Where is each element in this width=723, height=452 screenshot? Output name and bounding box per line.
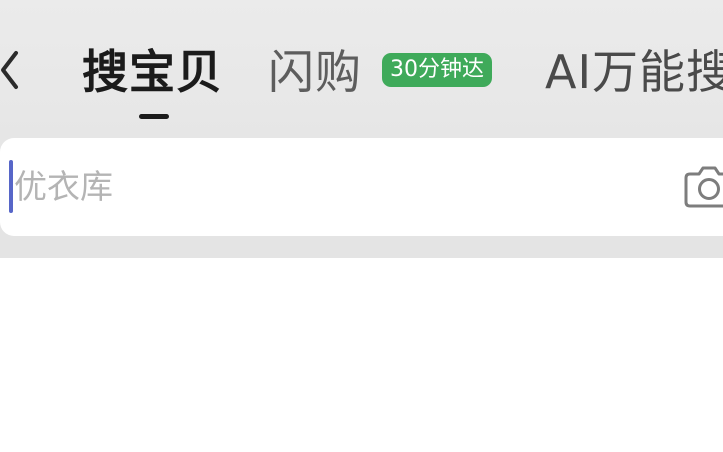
tab-search-items[interactable]: 搜宝贝	[82, 40, 223, 104]
search-page: 搜宝贝 闪购 30分钟达 AI万能搜 优衣库	[0, 0, 723, 452]
tab-flash-buy[interactable]: 闪购	[268, 40, 362, 104]
active-tab-indicator	[139, 114, 169, 119]
camera-icon[interactable]	[684, 160, 723, 210]
tab-ai-search[interactable]: AI万能搜	[545, 40, 723, 104]
delivery-time-badge: 30分钟达	[382, 53, 492, 87]
search-bar[interactable]: 优衣库	[0, 138, 723, 236]
search-input[interactable]: 优衣库	[14, 138, 113, 236]
text-cursor	[9, 160, 13, 213]
chevron-left-icon[interactable]	[0, 46, 24, 94]
